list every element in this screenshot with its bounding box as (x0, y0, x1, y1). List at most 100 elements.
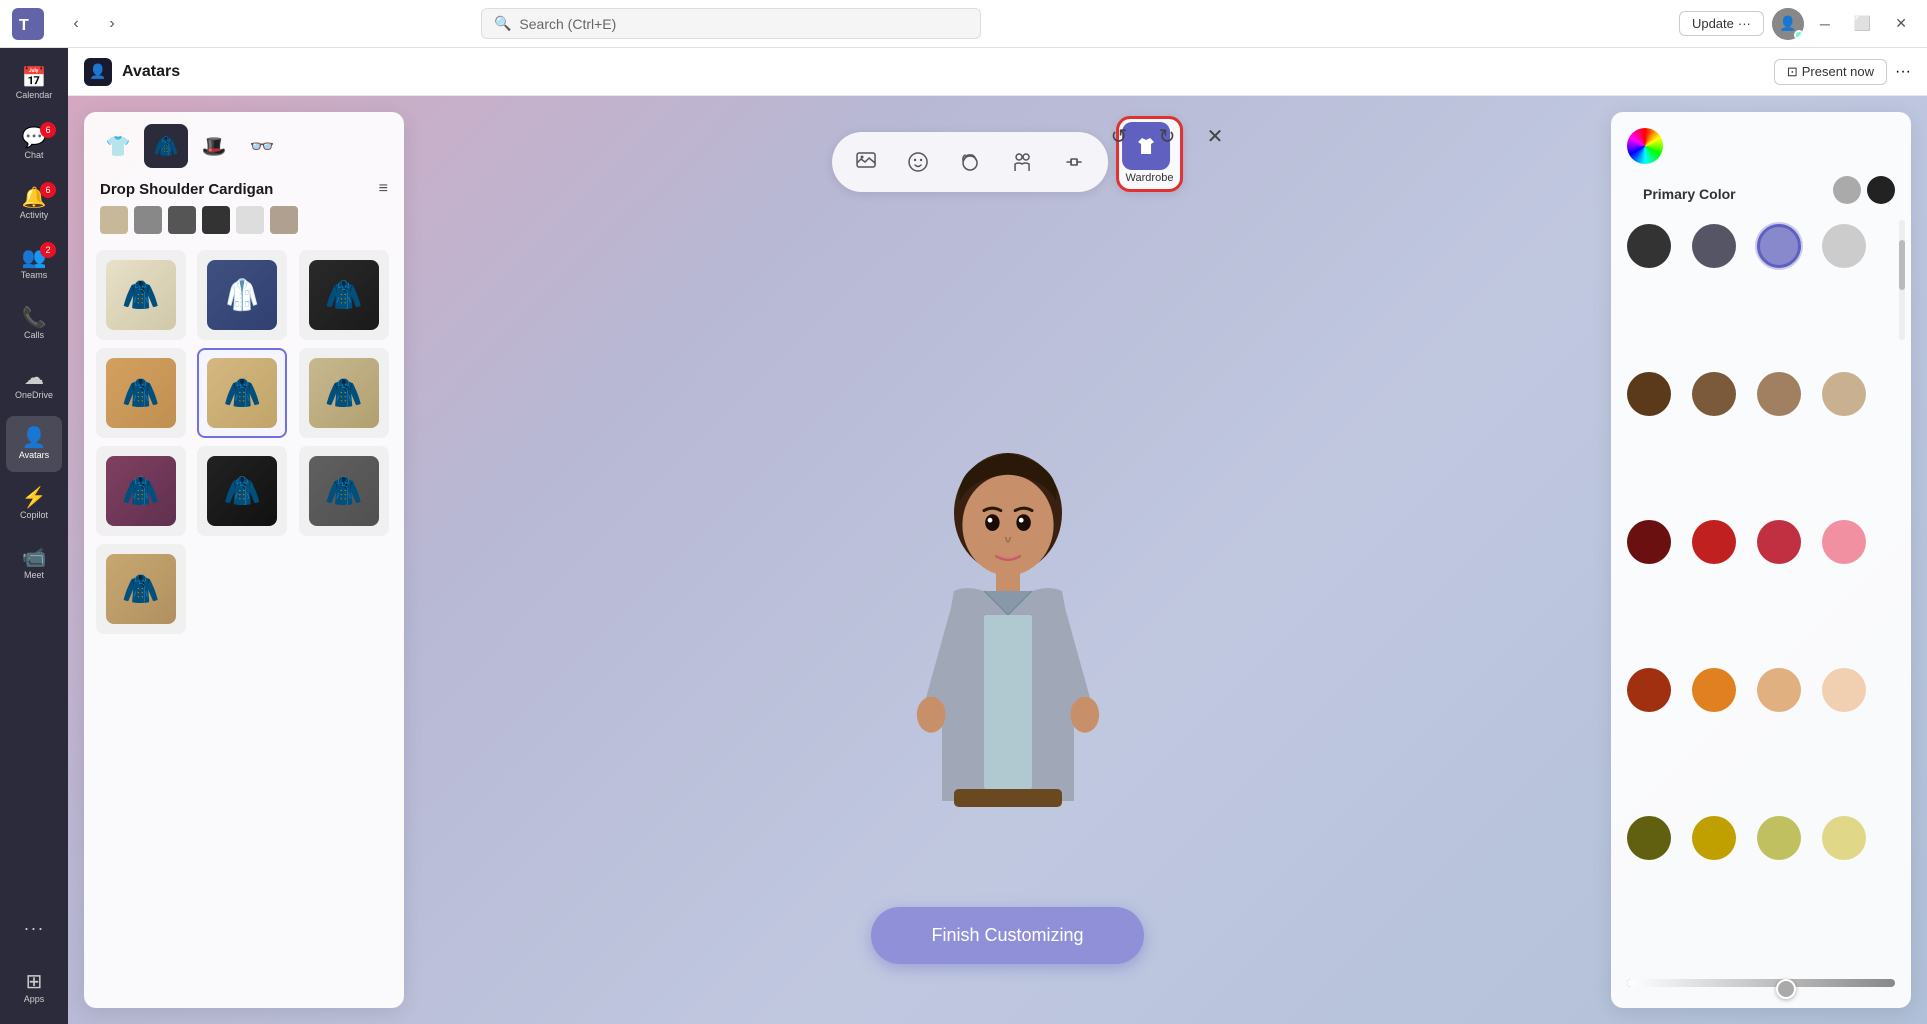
sidebar-item-calls[interactable]: 📞 Calls (6, 296, 62, 352)
close-button[interactable]: ✕ (1887, 11, 1915, 36)
color-tan[interactable] (1757, 372, 1801, 416)
swatch-6[interactable] (270, 206, 298, 234)
calls-icon: 📞 (22, 308, 47, 328)
swatch-5[interactable] (236, 206, 264, 234)
app-header: 👤 Avatars ⊡ Present now ··· (68, 48, 1927, 96)
color-dark-grey[interactable] (1627, 224, 1671, 268)
wardrobe-type-tabs: 👕 🧥 🎩 👓 (84, 112, 404, 168)
top-swatches (1833, 176, 1895, 204)
sidebar-label-chat: Chat (24, 150, 43, 160)
tab-glasses[interactable]: 👓 (240, 124, 284, 168)
color-olive[interactable] (1627, 816, 1671, 860)
clothes-item-2[interactable]: 🥼 (197, 250, 287, 340)
sidebar-item-copilot[interactable]: ⚡ Copilot (6, 476, 62, 532)
sidebar-label-activity: Activity (20, 210, 49, 220)
color-crimson[interactable] (1757, 520, 1801, 564)
sidebar-label-calendar: Calendar (16, 90, 53, 100)
clothes-item-10[interactable]: 🧥 (96, 544, 186, 634)
color-light-tan[interactable] (1822, 372, 1866, 416)
back-button[interactable]: ‹ (60, 8, 92, 40)
color-red[interactable] (1692, 520, 1736, 564)
sidebar-label-teams: Teams (21, 270, 48, 280)
sidebar-item-more[interactable]: ··· (6, 900, 62, 956)
forward-button[interactable]: › (96, 8, 128, 40)
color-brightness-slider[interactable] (1627, 979, 1895, 987)
clothes-visual-5: 🧥 (207, 358, 277, 428)
glasses-icon: 👓 (250, 134, 275, 159)
avatars-icon: 👤 (22, 428, 47, 448)
clothes-item-3[interactable]: 🧥 (299, 250, 389, 340)
full-icon: 🧥 (154, 134, 179, 159)
present-icon: ⊡ (1787, 64, 1798, 80)
redo-button[interactable]: ↻ (1147, 116, 1187, 156)
color-brown[interactable] (1692, 372, 1736, 416)
color-panel-title: Primary Color (1627, 186, 1752, 202)
copilot-icon: ⚡ (22, 488, 47, 508)
tab-face[interactable] (896, 140, 940, 184)
avatar: 👤 (1772, 8, 1804, 40)
swatch-1[interactable] (100, 206, 128, 234)
sidebar-label-apps: Apps (24, 994, 45, 1004)
clothes-item-1[interactable]: 🧥 (96, 250, 186, 340)
swatch-3[interactable] (168, 206, 196, 234)
color-blue-selected[interactable] (1757, 224, 1801, 268)
swatch-4[interactable] (202, 206, 230, 234)
sidebar-item-meet[interactable]: 📹 Meet (6, 536, 62, 592)
search-bar[interactable]: 🔍 Search (Ctrl+E) (481, 8, 981, 39)
color-light-grey[interactable] (1822, 224, 1866, 268)
sidebar-label-calls: Calls (24, 330, 44, 340)
color-blue-grey[interactable] (1692, 224, 1736, 268)
clothes-item-9[interactable]: 🧥 (299, 446, 389, 536)
update-button[interactable]: Update ··· (1679, 11, 1764, 36)
clothes-visual-2: 🥼 (207, 260, 277, 330)
swatch-2[interactable] (134, 206, 162, 234)
tab-hair[interactable] (948, 140, 992, 184)
sidebar-item-teams[interactable]: 👥 Teams 2 (6, 236, 62, 292)
clothes-item-4[interactable]: 🧥 (96, 348, 186, 438)
top-swatch-black[interactable] (1867, 176, 1895, 204)
finish-customizing-button[interactable]: Finish Customizing (871, 907, 1143, 964)
tab-hat[interactable]: 🎩 (192, 124, 236, 168)
color-orange[interactable] (1692, 668, 1736, 712)
clothes-item-5[interactable]: 🧥 (197, 348, 287, 438)
editor-controls: ↺ ↻ ✕ (1099, 116, 1235, 156)
tab-full[interactable]: 🧥 (144, 124, 188, 168)
clothes-item-8[interactable]: 🧥 (197, 446, 287, 536)
tab-accessories[interactable] (1052, 140, 1096, 184)
color-gold[interactable] (1692, 816, 1736, 860)
top-swatch-grey[interactable] (1833, 176, 1861, 204)
sidebar-item-calendar[interactable]: 📅 Calendar (6, 56, 62, 112)
color-dark-red[interactable] (1627, 520, 1671, 564)
chat-badge: 6 (40, 122, 56, 138)
tab-body[interactable] (1000, 140, 1044, 184)
clothes-item-6[interactable]: 🧥 (299, 348, 389, 438)
color-dark-brown[interactable] (1627, 372, 1671, 416)
editor-close-button[interactable]: ✕ (1195, 116, 1235, 156)
sidebar-item-avatars[interactable]: 👤 Avatars (6, 416, 62, 472)
teams-badge: 2 (40, 242, 56, 258)
clothes-scroll[interactable]: 🧥 🥼 🧥 🧥 🧥 (84, 242, 404, 1008)
tab-background[interactable] (844, 140, 888, 184)
color-skin[interactable] (1822, 668, 1866, 712)
undo-button[interactable]: ↺ (1099, 116, 1139, 156)
color-light-yellow[interactable] (1822, 816, 1866, 860)
sidebar-item-apps[interactable]: ⊞ Apps (6, 960, 62, 1016)
app-header-icon: 👤 (84, 58, 112, 86)
minimize-button[interactable]: ─ (1812, 12, 1838, 36)
color-yellow-green[interactable] (1757, 816, 1801, 860)
more-options-button[interactable]: ··· (1895, 63, 1911, 81)
sidebar-item-onedrive[interactable]: ☁ OneDrive (6, 356, 62, 412)
tab-tops[interactable]: 👕 (96, 124, 140, 168)
sidebar-item-activity[interactable]: 🔔 Activity 6 (6, 176, 62, 232)
color-pink[interactable] (1822, 520, 1866, 564)
sidebar-label-meet: Meet (24, 570, 44, 580)
sidebar-item-chat[interactable]: 💬 Chat 6 (6, 116, 62, 172)
color-burnt-orange[interactable] (1627, 668, 1671, 712)
color-peach[interactable] (1757, 668, 1801, 712)
avatar-svg (868, 417, 1148, 897)
maximize-button[interactable]: ⬜ (1846, 11, 1879, 36)
present-now-button[interactable]: ⊡ Present now (1774, 59, 1887, 85)
color-panel: Primary Color (1611, 112, 1911, 1008)
filter-button[interactable]: ≡ (379, 180, 388, 198)
clothes-item-7[interactable]: 🧥 (96, 446, 186, 536)
